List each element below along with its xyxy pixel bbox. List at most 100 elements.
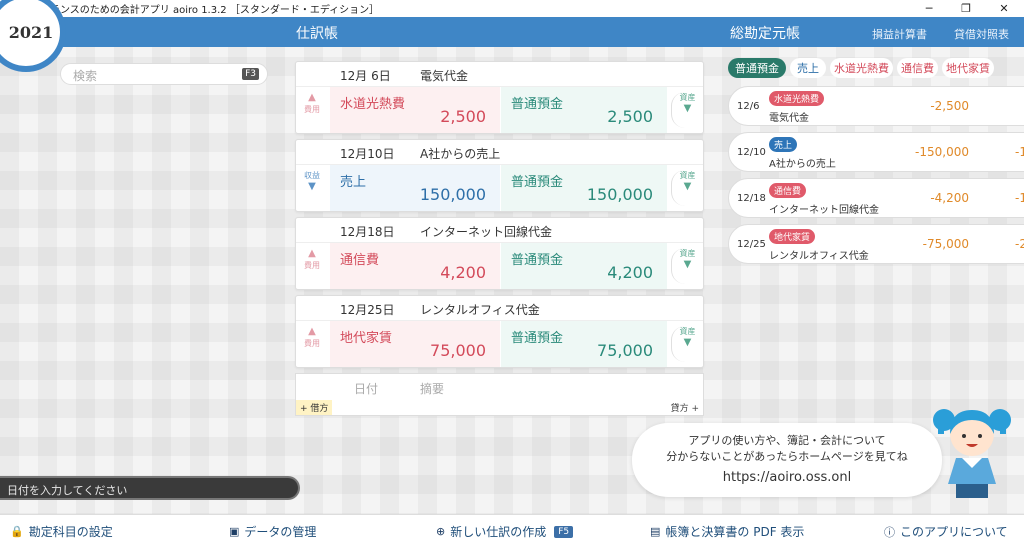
ledger-amount: -75,000 — [922, 237, 969, 251]
title-bar: フリーランスのための会計アプリ aoiro 1.3.2 ［スタンダード・エディシ… — [0, 0, 1024, 17]
debit-cell[interactable]: 通信費 4,200 — [330, 243, 500, 289]
data-management-label: データの管理 — [244, 525, 317, 539]
credit-type-tag: 資産 ▼ — [671, 326, 703, 362]
debit-cell[interactable]: 地代家賃 75,000 — [330, 321, 500, 367]
arrow-down-icon: ▼ — [683, 103, 692, 114]
arrow-up-icon: ▲ — [308, 248, 316, 259]
ledger-tab-sales[interactable]: 売上 — [790, 58, 826, 78]
credit-account: 普通預金 — [511, 253, 564, 268]
arrow-down-icon: ▼ — [683, 259, 692, 270]
maximize-button[interactable]: ❐ — [948, 0, 984, 17]
description-field-label[interactable]: 摘要 — [420, 380, 444, 397]
journal-entry[interactable]: 12月 6日 電気代金 ▲ 費用 水道光熱費 2,500 普通預金 2,500 資… — [295, 61, 704, 134]
arrow-down-icon: ▼ — [683, 181, 692, 192]
debit-cell[interactable]: 水道光熱費 2,500 — [330, 87, 500, 133]
credit-cell[interactable]: 普通預金 2,500 — [501, 87, 667, 133]
ledger-amount: -150,000 — [915, 145, 969, 159]
entry-date: 12月10日 — [340, 147, 395, 161]
ledger-account-badge: 通信費 — [769, 183, 807, 198]
ledger-row[interactable]: 12/6 水道光熱費 電気代金 -2,500 — [728, 86, 1024, 126]
ledger-amount: -4,200 — [930, 191, 969, 205]
arrow-up-icon: ▲ — [308, 92, 316, 103]
mascot-character — [933, 409, 1011, 498]
ledger-balance: -2 — [1015, 237, 1024, 251]
new-entry-button[interactable]: ⊕ 新しい仕訳の作成 F5 — [436, 523, 574, 540]
about-button[interactable]: ⓘ このアプリについて — [884, 523, 1008, 540]
add-credit-button[interactable]: 貸方 + — [671, 401, 699, 414]
balance-sheet-link[interactable]: 貸借対照表 — [954, 26, 1009, 42]
credit-amount: 75,000 — [597, 341, 653, 360]
ledger-description: インターネット回線代金 — [769, 205, 879, 216]
debit-account: 通信費 — [340, 253, 380, 268]
journal-entry[interactable]: 12月10日 A社からの売上 収益 ▼ 売上 150,000 普通預金 150,0… — [295, 139, 704, 212]
credit-amount: 2,500 — [607, 107, 653, 126]
credit-account: 普通預金 — [511, 175, 564, 190]
ledger-description: 電気代金 — [769, 113, 809, 124]
search-input[interactable]: 検索 F3 — [60, 63, 268, 85]
journal-entry[interactable]: 12月18日 インターネット回線代金 ▲ 費用 通信費 4,200 普通預金 4,… — [295, 217, 704, 290]
credit-cell[interactable]: 普通預金 75,000 — [501, 321, 667, 367]
journal-entry[interactable]: 12月25日 レンタルオフィス代金 ▲ 費用 地代家賃 75,000 普通預金 7… — [295, 295, 704, 368]
credit-type-tag: 資産 ▼ — [671, 170, 703, 206]
help-bubble: アプリの使い方や、簿記・会計について 分からないことがあったらホームページを見て… — [632, 423, 942, 497]
ledger-row[interactable]: 12/18 通信費 インターネット回線代金 -4,200 -1 — [728, 178, 1024, 218]
app-header: 仕訳帳 総勘定元帳 損益計算書 貸借対照表 — [0, 17, 1024, 47]
arrow-down-icon: ▼ — [683, 337, 692, 348]
ledger-date: 12/10 — [737, 147, 766, 158]
pl-statement-link[interactable]: 損益計算書 — [872, 26, 927, 42]
ledger-account-badge: 地代家賃 — [769, 229, 816, 244]
homepage-link[interactable]: https://aoiro.oss.onl — [632, 470, 942, 485]
credit-account: 普通預金 — [511, 97, 564, 112]
data-management-button[interactable]: ▣ データの管理 — [229, 523, 316, 540]
new-entry-label: 新しい仕訳の作成 — [450, 525, 547, 539]
ledger-row[interactable]: 12/25 地代家賃 レンタルオフィス代金 -75,000 -2 — [728, 224, 1024, 264]
credit-amount: 4,200 — [607, 263, 653, 282]
ledger-tab-utilities[interactable]: 水道光熱費 — [830, 58, 893, 78]
year-label: 2021 — [8, 22, 54, 42]
entry-date: 12月18日 — [340, 225, 395, 239]
debit-cell[interactable]: 売上 150,000 — [330, 165, 500, 211]
new-entry-shortcut-badge: F5 — [554, 525, 574, 538]
debit-amount: 2,500 — [440, 107, 486, 126]
journal-title: 仕訳帳 — [296, 26, 338, 42]
entry-date: 12月25日 — [340, 303, 395, 317]
ledger-balance: -1 — [1015, 191, 1024, 205]
ledger-tab-bank[interactable]: 普通預金 — [728, 58, 786, 78]
help-text-line1: アプリの使い方や、簿記・会計について — [688, 434, 886, 447]
account-settings-label: 勘定科目の設定 — [28, 525, 113, 539]
ledger-date: 12/6 — [737, 101, 760, 112]
debit-type-tag: 収益 ▼ — [296, 170, 328, 206]
ledger-tab-communication[interactable]: 通信費 — [897, 58, 938, 78]
new-entry-form[interactable]: 日付 摘要 + 借方 貸方 + — [295, 373, 704, 416]
credit-type-tag: 資産 ▼ — [671, 92, 703, 128]
search-shortcut-badge: F3 — [242, 68, 259, 80]
year-selector[interactable]: 2021 — [0, 0, 66, 72]
credit-cell[interactable]: 普通預金 4,200 — [501, 243, 667, 289]
ledger-account-badge: 売上 — [769, 137, 798, 152]
date-field-label[interactable]: 日付 — [354, 380, 378, 397]
ledger-amount: -2,500 — [930, 99, 969, 113]
account-settings-button[interactable]: 🔒 勘定科目の設定 — [10, 523, 113, 540]
debit-account: 地代家賃 — [340, 331, 393, 346]
ledger-balance: -1 — [1015, 145, 1024, 159]
debit-type-tag: ▲ 費用 — [296, 248, 328, 284]
minimize-button[interactable]: ─ — [911, 0, 947, 17]
ledger-row[interactable]: 12/10 売上 A社からの売上 -150,000 -1 — [728, 132, 1024, 172]
info-icon: ⓘ — [884, 525, 895, 539]
credit-cell[interactable]: 普通預金 150,000 — [501, 165, 667, 211]
debit-type-tag: ▲ 費用 — [296, 92, 328, 128]
entry-description: レンタルオフィス代金 — [420, 303, 540, 317]
document-icon: ▤ — [650, 525, 661, 538]
bottom-toolbar: 🔒 勘定科目の設定 ▣ データの管理 ⊕ 新しい仕訳の作成 F5 ▤ 帳簿と決算… — [0, 514, 1024, 545]
date-input[interactable]: 日付を入力してください — [0, 476, 300, 500]
close-button[interactable]: ✕ — [986, 0, 1022, 17]
credit-account: 普通預金 — [511, 331, 564, 346]
add-debit-button[interactable]: + 借方 — [296, 400, 333, 415]
arrow-down-icon: ▼ — [308, 181, 316, 192]
ledger-tab-rent[interactable]: 地代家賃 — [942, 58, 994, 78]
pdf-view-label: 帳簿と決算書の PDF 表示 — [665, 525, 805, 539]
entry-date: 12月 6日 — [340, 69, 391, 83]
pdf-view-button[interactable]: ▤ 帳簿と決算書の PDF 表示 — [650, 523, 804, 540]
entry-description: A社からの売上 — [420, 147, 501, 161]
debit-amount: 4,200 — [440, 263, 486, 282]
